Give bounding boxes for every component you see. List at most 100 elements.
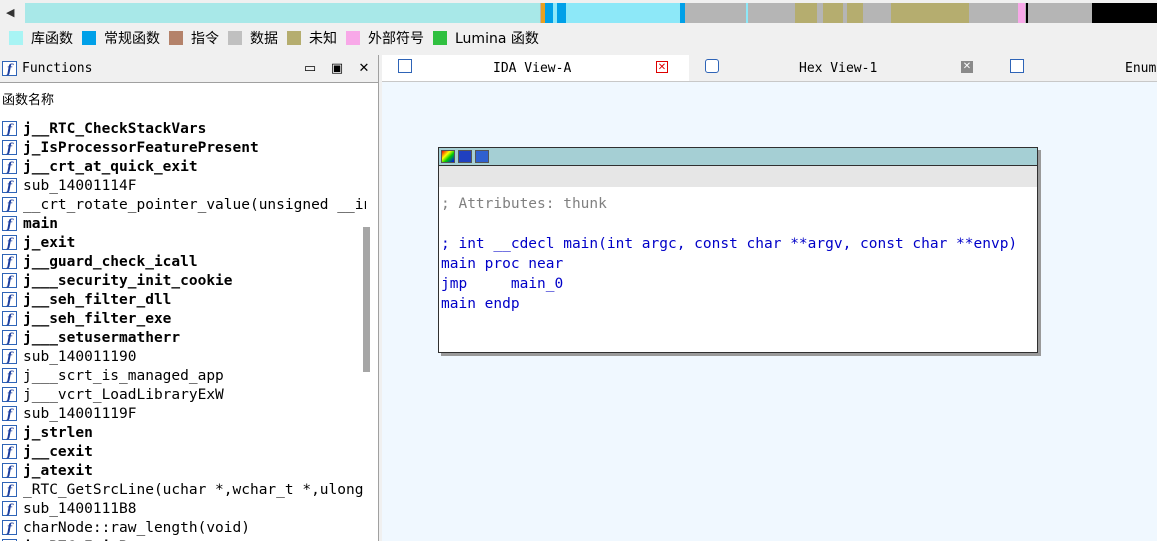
function-row[interactable]: fj__RTC_InitBase — [0, 537, 366, 541]
function-row[interactable]: f j__crt_at_quick_exit — [0, 157, 366, 176]
navigation-segment[interactable] — [823, 3, 844, 23]
restore-button[interactable]: ▣ — [329, 60, 345, 76]
function-row[interactable]: f j_strlen — [0, 423, 366, 442]
function-row[interactable]: f charNode::raw_length(void) — [0, 518, 366, 537]
jmp-mnemonic: jmp — [441, 276, 468, 292]
function-icon: f — [2, 444, 17, 459]
navigation-band[interactable]: ◀ — [0, 0, 1157, 26]
function-icon: f — [2, 197, 17, 212]
function-row[interactable]: f j___scrt_is_managed_app — [0, 366, 366, 385]
close-tab-icon[interactable]: ✕ — [961, 61, 973, 73]
legend-swatch — [82, 31, 96, 45]
jmp-operand[interactable]: main_0 — [511, 276, 563, 292]
function-row[interactable]: f j___vcrt_LoadLibraryExW — [0, 385, 366, 404]
navigation-segment[interactable] — [1017, 3, 1025, 23]
code-jmp-line[interactable]: jmp main_0 — [441, 274, 1037, 294]
function-name: charNode::raw_length(void) — [23, 519, 250, 536]
function-row[interactable]: f sub_14001114F — [0, 176, 366, 195]
legend-item: 常规函数 — [82, 28, 160, 48]
rename-icon[interactable] — [458, 150, 472, 163]
function-icon: f — [2, 61, 17, 76]
navigation-segment[interactable] — [544, 3, 553, 23]
tab-label: Hex View-1 — [799, 60, 878, 76]
legend-label: Lumina 函数 — [455, 31, 539, 47]
function-icon: f — [2, 159, 17, 174]
legend-swatch — [169, 31, 183, 45]
tab-ida-view-a[interactable]: IDA View-A ✕ — [382, 55, 689, 81]
navigation-segment[interactable] — [684, 3, 747, 23]
graph-node-code[interactable]: ; Attributes: thunk ; int __cdecl main(i… — [439, 187, 1037, 314]
enum-view-icon — [1010, 59, 1024, 73]
code-signature[interactable]: ; int __cdecl main(int argc, const char … — [441, 234, 1037, 254]
navigation-segment[interactable] — [846, 3, 863, 23]
navigation-segment[interactable] — [890, 3, 970, 23]
navigation-segment[interactable] — [566, 3, 681, 23]
legend-item: 库函数 — [9, 28, 73, 48]
function-icon: f — [2, 273, 17, 288]
function-row[interactable]: f j__RTC_CheckStackVars — [0, 119, 366, 138]
scrollbar[interactable] — [363, 145, 370, 541]
function-row[interactable]: f j_exit — [0, 233, 366, 252]
legend-label: 库函数 — [31, 31, 73, 47]
function-row[interactable]: f sub_1400111B8 — [0, 499, 366, 518]
close-button[interactable]: ✕ — [356, 60, 372, 76]
navigation-segment[interactable] — [557, 3, 567, 23]
graph-node-main[interactable]: ; Attributes: thunk ; int __cdecl main(i… — [438, 147, 1038, 353]
navigation-segment[interactable] — [25, 3, 541, 23]
function-row[interactable]: f _RTC_GetSrcLine(uchar *,wchar_t *,ulong… — [0, 480, 366, 499]
legend-swatch — [228, 31, 242, 45]
function-row[interactable]: f j___security_init_cookie — [0, 271, 366, 290]
function-icon: f — [2, 311, 17, 326]
legend-item: 外部符号 — [346, 28, 424, 48]
function-icon: f — [2, 406, 17, 421]
function-row[interactable]: f main — [0, 214, 366, 233]
function-row[interactable]: f j__seh_filter_dll — [0, 290, 366, 309]
function-name: _RTC_GetSrcLine(uchar *,wchar_t *,ulong,… — [23, 481, 366, 498]
legend-label: 常规函数 — [104, 31, 160, 47]
function-row[interactable]: f j_IsProcessorFeaturePresent — [0, 138, 366, 157]
navigation-segment[interactable] — [748, 3, 795, 23]
function-row[interactable]: f sub_14001119F — [0, 404, 366, 423]
tab-hex-view-1[interactable]: Hex View-1 ✕ — [691, 55, 994, 81]
function-name: j__crt_at_quick_exit — [23, 158, 198, 175]
function-icon: f — [2, 178, 17, 193]
tab-enum[interactable]: Enum — [996, 55, 1157, 81]
function-name: j_strlen — [23, 424, 93, 441]
function-row[interactable]: f j_atexit — [0, 461, 366, 480]
function-icon: f — [2, 520, 17, 535]
navigation-strip[interactable] — [25, 3, 1157, 23]
function-name: j___security_init_cookie — [23, 272, 233, 289]
function-row[interactable]: f j__guard_check_icall — [0, 252, 366, 271]
scrollbar-thumb[interactable] — [363, 227, 370, 372]
function-name: j___setusermatherr — [23, 329, 181, 346]
function-row[interactable]: f __crt_rotate_pointer_value(unsigned __i… — [0, 195, 366, 214]
color-picker-icon[interactable] — [441, 150, 455, 163]
function-name: j_exit — [23, 234, 76, 251]
function-name: j__seh_filter_exe — [23, 310, 172, 327]
function-name: j___vcrt_LoadLibraryExW — [23, 386, 224, 403]
group-nodes-icon[interactable] — [475, 150, 489, 163]
legend-swatch — [287, 31, 301, 45]
navigation-segment[interactable] — [1092, 3, 1157, 23]
function-name: sub_14001119F — [23, 405, 137, 422]
maximize-button[interactable]: ▭ — [302, 60, 318, 76]
function-row[interactable]: f j__seh_filter_exe — [0, 309, 366, 328]
function-icon: f — [2, 387, 17, 402]
function-row[interactable]: f j__cexit — [0, 442, 366, 461]
navigation-segment[interactable] — [794, 3, 818, 23]
function-row[interactable]: f sub_140011190 — [0, 347, 366, 366]
close-tab-icon[interactable]: ✕ — [656, 61, 668, 73]
code-proc-line[interactable]: main proc near — [441, 254, 1037, 274]
code-endp-line[interactable]: main endp — [441, 294, 1037, 314]
hex-view-icon — [705, 59, 719, 73]
navigation-segment[interactable] — [969, 3, 1018, 23]
column-header-function-name[interactable]: 函数名称 — [0, 91, 378, 111]
function-icon: f — [2, 349, 17, 364]
navigation-segment[interactable] — [1027, 3, 1093, 23]
navigation-segment[interactable] — [862, 3, 891, 23]
scroll-left-icon[interactable]: ◀ — [6, 6, 14, 19]
disassembly-view-icon — [398, 59, 412, 73]
graph-node-title-bar[interactable] — [439, 148, 1037, 166]
function-row[interactable]: f j___setusermatherr — [0, 328, 366, 347]
function-name: main — [23, 215, 58, 232]
